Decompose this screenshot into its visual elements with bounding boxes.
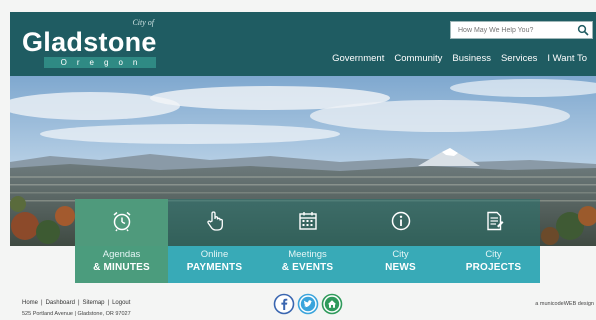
tile-label-top: Meetings bbox=[288, 249, 327, 260]
twitter-icon[interactable] bbox=[297, 293, 319, 315]
tile-label-main: & EVENTS bbox=[281, 262, 334, 273]
nav-government[interactable]: Government bbox=[327, 53, 389, 64]
hand-pointer-icon bbox=[207, 211, 223, 231]
nextdoor-icon[interactable] bbox=[321, 293, 343, 315]
calendar-icon bbox=[299, 212, 317, 230]
footer-link-dashboard[interactable]: Dashboard bbox=[46, 300, 75, 306]
search-box bbox=[450, 21, 593, 39]
main-nav: Government Community Business Services I… bbox=[327, 53, 592, 64]
social-links bbox=[273, 293, 343, 315]
facebook-icon[interactable] bbox=[273, 293, 295, 315]
tile-label-top: City bbox=[392, 249, 409, 260]
document-icon bbox=[487, 211, 504, 231]
tile-label-top: Agendas bbox=[102, 249, 141, 260]
tile-label-top: Online bbox=[200, 249, 229, 260]
logo-state: Oregon bbox=[44, 57, 156, 68]
nav-community[interactable]: Community bbox=[389, 53, 447, 64]
page: City of Gladstone Oregon Government Comm… bbox=[0, 0, 596, 320]
footer-link-sitemap[interactable]: Sitemap bbox=[83, 300, 105, 306]
footer-separator: | bbox=[77, 300, 80, 306]
tile-city-news[interactable]: City NEWS bbox=[354, 199, 447, 283]
nav-i-want-to[interactable]: I Want To bbox=[542, 53, 592, 64]
footer-separator: | bbox=[107, 300, 110, 306]
footer-address: 525 Portland Avenue | Gladstone, OR 9702… bbox=[22, 311, 131, 317]
alarm-clock-icon bbox=[113, 211, 131, 232]
tile-city-projects[interactable]: City PROJECTS bbox=[447, 199, 540, 283]
city-logo[interactable]: City of Gladstone Oregon bbox=[22, 18, 158, 68]
nav-business[interactable]: Business bbox=[447, 53, 496, 64]
design-credit[interactable]: a municodeWEB design bbox=[535, 301, 594, 307]
search-input[interactable] bbox=[451, 22, 571, 38]
footer-links: Home | Dashboard | Sitemap | Logout bbox=[22, 300, 130, 306]
tile-agendas-minutes[interactable]: Agendas & MINUTES bbox=[75, 199, 168, 283]
tile-online-payments[interactable]: Online PAYMENTS bbox=[168, 199, 261, 283]
tile-label-top: City bbox=[485, 249, 502, 260]
footer-link-home[interactable]: Home bbox=[22, 300, 38, 306]
nav-services[interactable]: Services bbox=[496, 53, 542, 64]
tile-label-main: NEWS bbox=[385, 262, 416, 273]
search-icon[interactable] bbox=[577, 24, 589, 36]
site-header: City of Gladstone Oregon Government Comm… bbox=[10, 12, 596, 76]
tile-meetings-events[interactable]: Meetings & EVENTS bbox=[261, 199, 354, 283]
footer-link-logout[interactable]: Logout bbox=[112, 300, 130, 306]
tile-label-main: & MINUTES bbox=[93, 262, 150, 273]
info-icon bbox=[391, 211, 411, 231]
quick-links: Agendas & MINUTES Online PAYMENTS Meetin… bbox=[75, 199, 540, 283]
footer-separator: | bbox=[41, 300, 43, 306]
tile-label-main: PAYMENTS bbox=[186, 262, 243, 273]
logo-name: Gladstone bbox=[22, 27, 157, 57]
logo-city-of: City of bbox=[132, 18, 154, 27]
tile-label-main: PROJECTS bbox=[465, 262, 522, 273]
